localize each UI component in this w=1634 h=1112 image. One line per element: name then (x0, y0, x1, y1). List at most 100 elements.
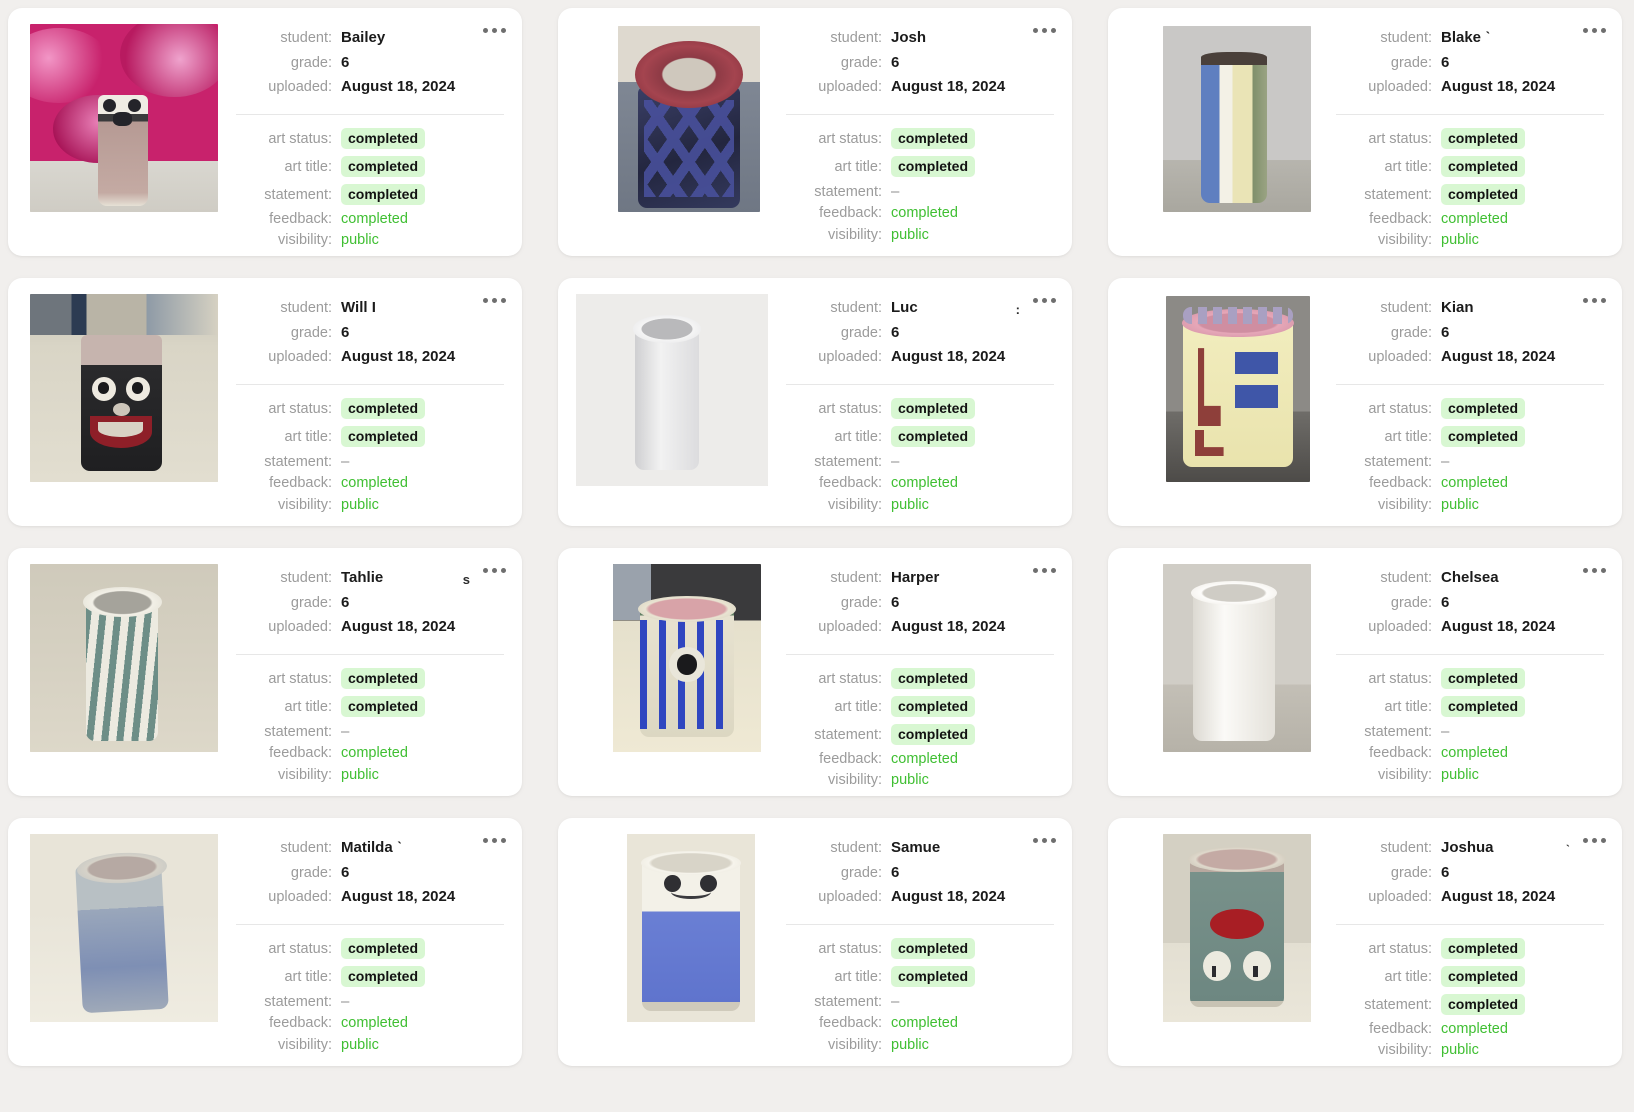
feedback-value: completed (891, 476, 958, 491)
more-options-icon[interactable] (1033, 568, 1056, 573)
visibility-value: public (341, 233, 379, 248)
artwork-thumbnail-image[interactable] (30, 24, 218, 212)
statement-value: – (341, 993, 350, 1009)
kebab-dot (483, 838, 488, 843)
kebab-dot (1042, 298, 1047, 303)
more-options-icon[interactable] (483, 838, 506, 843)
artwork-card[interactable]: student: Harper grade: 6 uploaded: Augus… (558, 548, 1072, 796)
artwork-thumbnail-image[interactable] (30, 834, 218, 1022)
more-options-icon[interactable] (1583, 298, 1606, 303)
artwork-card[interactable]: student: Joshua grade: 6 uploaded: Augus… (1108, 818, 1622, 1066)
artwork-thumbnail-image[interactable] (613, 564, 761, 752)
artwork-card[interactable]: student: Samue grade: 6 uploaded: August… (558, 818, 1072, 1066)
artwork-thumbnail-wrap[interactable] (26, 294, 222, 490)
feedback-label: feedback: (819, 475, 882, 491)
artwork-thumbnail-image[interactable] (1163, 26, 1311, 212)
more-options-icon[interactable] (1583, 838, 1606, 843)
statement-value-wrap: – (341, 454, 504, 469)
artwork-thumbnail-image[interactable] (1163, 564, 1311, 752)
feedback-value: completed (1441, 211, 1508, 226)
art-status-value: completed (341, 397, 504, 419)
kebab-dot (1601, 28, 1606, 33)
grade-row: grade: 6 (228, 325, 504, 341)
art-status-row: art status: completed (1328, 667, 1604, 689)
artwork-thumbnail-image[interactable] (576, 294, 768, 486)
visibility-value: public (341, 767, 379, 782)
artwork-thumbnail-wrap[interactable] (26, 834, 222, 1030)
student-value: Joshua (1441, 840, 1494, 855)
art-title-badge: completed (1441, 155, 1526, 177)
artwork-thumbnail-wrap[interactable] (576, 834, 772, 1030)
more-options-icon[interactable] (1033, 838, 1056, 843)
kebab-dot (1592, 568, 1597, 573)
artwork-card[interactable]: student: Bailey grade: 6 uploaded: Augus… (8, 8, 522, 256)
art-status-value: completed (891, 667, 1054, 689)
kebab-dot (1051, 568, 1056, 573)
artwork-thumbnail-wrap[interactable] (1126, 24, 1322, 220)
more-options-icon[interactable] (1583, 568, 1606, 573)
more-options-icon[interactable] (483, 298, 506, 303)
artwork-thumbnail-wrap[interactable] (26, 564, 222, 760)
art-status-value: completed (891, 397, 1054, 419)
visibility-row: visibility: public (778, 497, 1054, 513)
card-divider (236, 383, 504, 385)
more-options-icon[interactable] (483, 568, 506, 573)
art-title-row: art title: completed (1328, 695, 1604, 717)
statement-badge: completed (1441, 993, 1526, 1015)
student-value: Tahlie (341, 570, 384, 585)
artwork-thumbnail-image[interactable] (627, 834, 755, 1022)
artwork-card[interactable]: student: Kian grade: 6 uploaded: August … (1108, 278, 1622, 526)
uploaded-value: August 18, 2024 (891, 79, 1006, 94)
student-row: student: Samue (778, 840, 1054, 856)
artwork-thumbnail-wrap[interactable] (576, 294, 772, 490)
kebab-dot (1042, 838, 1047, 843)
more-options-icon[interactable] (483, 28, 506, 33)
art-status-badge: completed (1441, 127, 1526, 149)
artwork-card[interactable]: student: Luc grade: 6 uploaded: August 1… (558, 278, 1072, 526)
artwork-card[interactable]: student: Blake ˋ grade: 6 uploaded: Augu… (1108, 8, 1622, 256)
artwork-card[interactable]: student: Josh grade: 6 uploaded: August … (558, 8, 1072, 256)
kebab-dot (1033, 568, 1038, 573)
student-value: Matilda ˋ (341, 840, 402, 855)
more-options-icon[interactable] (1583, 28, 1606, 33)
statement-value: – (341, 453, 350, 469)
artwork-thumbnail-image[interactable] (1166, 296, 1310, 482)
artwork-thumbnail-wrap[interactable] (576, 564, 772, 760)
artwork-card[interactable]: student: Chelsea grade: 6 uploaded: Augu… (1108, 548, 1622, 796)
student-label: student: (280, 570, 332, 586)
artwork-thumbnail-image[interactable] (1163, 834, 1311, 1022)
artwork-thumbnail-image[interactable] (618, 26, 760, 212)
card-divider (786, 653, 1054, 655)
uploaded-value: August 18, 2024 (891, 349, 1006, 364)
student-name-overflow: : (1015, 302, 1020, 317)
artwork-thumbnail-wrap[interactable] (1126, 564, 1322, 760)
card-divider (786, 923, 1054, 925)
artwork-thumbnail-wrap[interactable] (1126, 294, 1322, 490)
more-options-icon[interactable] (1033, 298, 1056, 303)
feedback-value: completed (341, 1016, 408, 1031)
uploaded-row: uploaded: August 18, 2024 (228, 349, 504, 365)
artwork-status-meta: art status: completed art title: complet… (1328, 397, 1604, 520)
student-value: Bailey (341, 30, 386, 45)
feedback-label: feedback: (819, 1015, 882, 1031)
visibility-row: visibility: public (228, 767, 504, 783)
artwork-primary-meta: student: Bailey grade: 6 uploaded: Augus… (228, 30, 504, 104)
artwork-thumbnail-wrap[interactable] (26, 24, 222, 220)
artwork-card[interactable]: student: Will I grade: 6 uploaded: Augus… (8, 278, 522, 526)
feedback-label: feedback: (1369, 475, 1432, 491)
uploaded-value: August 18, 2024 (341, 619, 456, 634)
art-status-badge: completed (341, 127, 426, 149)
more-options-icon[interactable] (1033, 28, 1056, 33)
uploaded-row: uploaded: August 18, 2024 (1328, 349, 1604, 365)
student-row: student: Will I (228, 300, 504, 316)
visibility-row: visibility: public (778, 227, 1054, 243)
art-status-row: art status: completed (228, 397, 504, 419)
artwork-thumbnail-wrap[interactable] (1126, 834, 1322, 1030)
artwork-thumbnail-image[interactable] (30, 294, 218, 482)
kebab-dot (1583, 298, 1588, 303)
artwork-thumbnail-wrap[interactable] (576, 24, 772, 220)
artwork-thumbnail-image[interactable] (30, 564, 218, 752)
statement-badge: completed (891, 723, 976, 745)
artwork-card[interactable]: student: Tahlie grade: 6 uploaded: Augus… (8, 548, 522, 796)
artwork-card[interactable]: student: Matilda ˋ grade: 6 uploaded: Au… (8, 818, 522, 1066)
